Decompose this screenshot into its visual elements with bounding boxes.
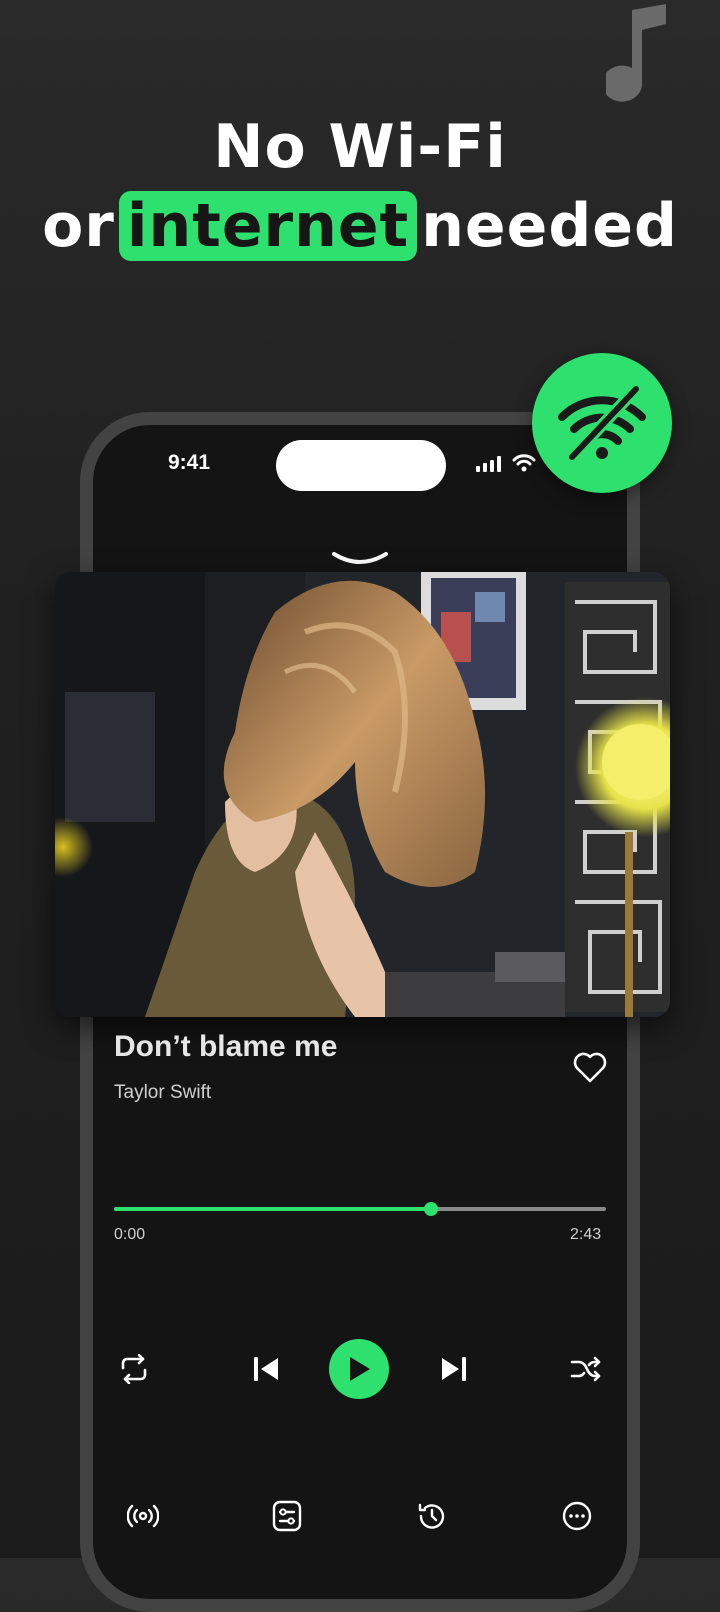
headline-line-2: or internet needed <box>0 188 720 264</box>
broadcast-icon[interactable] <box>127 1500 159 1532</box>
dynamic-island <box>276 440 446 491</box>
previous-icon[interactable] <box>252 1356 280 1382</box>
equalizer-icon[interactable] <box>272 1500 302 1532</box>
collapse-chevron-icon[interactable] <box>330 548 390 568</box>
headline-word-or: or <box>42 191 115 261</box>
total-duration: 2:43 <box>570 1226 602 1243</box>
no-wifi-badge <box>532 353 672 493</box>
history-icon[interactable] <box>416 1500 448 1532</box>
wifi-status-icon <box>512 454 536 472</box>
repeat-icon[interactable] <box>118 1354 150 1384</box>
headline-line-1: No Wi-Fi <box>213 112 507 182</box>
signal-icon <box>476 456 501 472</box>
song-artist: Taylor Swift <box>114 1082 212 1103</box>
progress-fill <box>114 1207 432 1211</box>
play-icon <box>350 1357 370 1381</box>
song-title: Don’t blame me <box>114 1030 338 1063</box>
music-note-icon <box>606 4 666 102</box>
shuffle-icon[interactable] <box>570 1354 602 1384</box>
album-artwork <box>55 572 670 1017</box>
progress-slider[interactable] <box>114 1202 606 1216</box>
heart-icon[interactable] <box>572 1052 608 1084</box>
headline-highlight: internet <box>118 191 418 261</box>
headline-word-needed: needed <box>421 191 678 261</box>
next-icon[interactable] <box>440 1356 468 1382</box>
more-icon[interactable] <box>561 1500 593 1532</box>
elapsed-time: 0:00 <box>114 1226 146 1243</box>
status-time: 9:41 <box>168 451 211 474</box>
play-button[interactable] <box>329 1339 389 1399</box>
wifi-off-icon <box>558 383 646 463</box>
